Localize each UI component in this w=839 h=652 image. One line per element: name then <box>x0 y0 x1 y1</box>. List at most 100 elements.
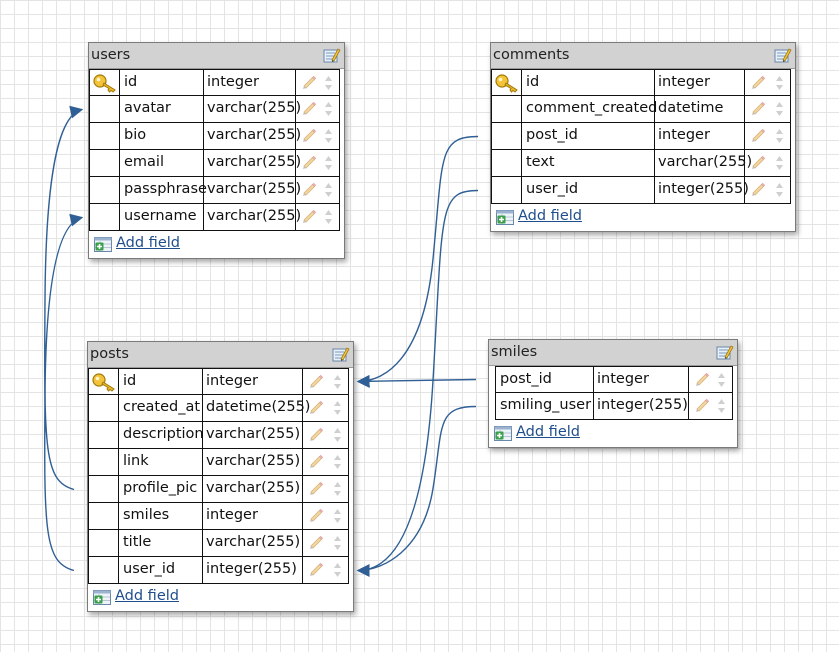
reorder-arrows-icon[interactable] <box>775 182 784 198</box>
relation-posts-profile-pic-to-users-avatar[interactable] <box>44 105 84 491</box>
field-row-title[interactable]: title varchar(255) <box>88 530 349 557</box>
add-field-icon[interactable] <box>494 426 512 441</box>
field-row-user-id[interactable]: user_id integer(255) <box>88 557 349 584</box>
field-row-description[interactable]: description varchar(255) <box>88 422 349 449</box>
pencil-icon[interactable] <box>302 75 317 90</box>
field-name: profile_pic <box>119 476 203 502</box>
field-row-id[interactable]: id integer <box>88 368 349 395</box>
reorder-arrows-icon[interactable] <box>324 155 333 171</box>
table-header[interactable]: smiles <box>489 340 737 366</box>
add-field-link[interactable]: Add field <box>115 588 179 604</box>
schema-canvas[interactable]: users id integer avatar varchar(255) bio varch… <box>0 0 839 652</box>
field-row-link[interactable]: link varchar(255) <box>88 449 349 476</box>
relation-comments-post-id-to-posts-id[interactable] <box>356 135 479 388</box>
add-field-icon[interactable] <box>93 590 111 605</box>
field-row-user-id[interactable]: user_id integer(255) <box>491 177 791 204</box>
field-row-id[interactable]: id integer <box>491 69 791 96</box>
table-posts[interactable]: posts id integer created_at datetime(255) des… <box>87 341 354 612</box>
relation-smiles-post-id-to-posts-id[interactable] <box>356 374 477 388</box>
reorder-arrows-icon[interactable] <box>333 427 342 443</box>
edit-table-icon[interactable] <box>716 344 734 361</box>
field-row-post-id[interactable]: post_id integer <box>495 366 733 393</box>
reorder-arrows-icon[interactable] <box>333 374 342 390</box>
reorder-arrows-icon[interactable] <box>775 128 784 144</box>
field-row-text[interactable]: text varchar(255) <box>491 150 791 177</box>
pencil-icon[interactable] <box>302 155 317 170</box>
table-name: smiles <box>491 344 538 360</box>
pencil-icon[interactable] <box>302 182 317 197</box>
field-row-bio[interactable]: bio varchar(255) <box>89 123 340 150</box>
field-type: varchar(255) <box>203 530 303 556</box>
reorder-arrows-icon[interactable] <box>717 398 726 414</box>
field-row-username[interactable]: username varchar(255) <box>89 204 340 231</box>
field-row-profile-pic[interactable]: profile_pic varchar(255) <box>88 476 349 503</box>
pencil-icon[interactable] <box>751 128 766 143</box>
reorder-arrows-icon[interactable] <box>333 562 342 578</box>
reorder-arrows-icon[interactable] <box>324 75 333 91</box>
add-field-link[interactable]: Add field <box>116 235 180 251</box>
field-row-id[interactable]: id integer <box>89 69 340 96</box>
edit-table-icon[interactable] <box>323 47 341 64</box>
pencil-icon[interactable] <box>309 427 324 442</box>
field-row-created-at[interactable]: created_at datetime(255) <box>88 395 349 422</box>
reorder-arrows-icon[interactable] <box>324 209 333 225</box>
pencil-icon[interactable] <box>751 182 766 197</box>
pencil-icon[interactable] <box>309 454 324 469</box>
field-row-smiles[interactable]: smiles integer <box>88 503 349 530</box>
reorder-arrows-icon[interactable] <box>333 481 342 497</box>
pencil-icon[interactable] <box>309 535 324 550</box>
field-row-passphrase[interactable]: passphrase varchar(255) <box>89 177 340 204</box>
pencil-icon[interactable] <box>309 400 324 415</box>
field-actions <box>745 96 790 122</box>
pencil-icon[interactable] <box>309 374 324 389</box>
pencil-icon[interactable] <box>302 128 317 143</box>
table-header[interactable]: comments <box>491 43 795 69</box>
field-row-post-id[interactable]: post_id integer <box>491 123 791 150</box>
pencil-icon[interactable] <box>751 75 766 90</box>
reorder-arrows-icon[interactable] <box>333 508 342 524</box>
add-field-link[interactable]: Add field <box>518 208 582 224</box>
relation-comments-user-id-to-posts-user-id[interactable] <box>356 189 479 577</box>
primary-key-cell <box>492 70 522 95</box>
add-field-link[interactable]: Add field <box>516 424 580 440</box>
table-header[interactable]: posts <box>88 342 353 368</box>
reorder-arrows-icon[interactable] <box>324 101 333 117</box>
relation-smiles-smiling-user-to-posts-user-id[interactable] <box>356 405 477 577</box>
field-row-email[interactable]: email varchar(255) <box>89 150 340 177</box>
reorder-arrows-icon[interactable] <box>775 155 784 171</box>
relation-posts-user-id-to-users-username[interactable] <box>44 213 84 572</box>
pencil-icon[interactable] <box>309 508 324 523</box>
field-type: integer(255) <box>203 557 303 583</box>
reorder-arrows-icon[interactable] <box>775 101 784 117</box>
pencil-icon[interactable] <box>309 562 324 577</box>
table-smiles[interactable]: smiles post_id integer smiling_user integer(… <box>488 339 738 448</box>
pencil-icon[interactable] <box>302 101 317 116</box>
pencil-icon[interactable] <box>302 209 317 224</box>
pencil-icon[interactable] <box>695 398 710 413</box>
reorder-arrows-icon[interactable] <box>324 182 333 198</box>
edit-table-icon[interactable] <box>774 47 792 64</box>
add-field-icon[interactable] <box>94 237 112 252</box>
table-header[interactable]: users <box>89 43 344 69</box>
reorder-arrows-icon[interactable] <box>333 400 342 416</box>
table-users[interactable]: users id integer avatar varchar(255) bio varch… <box>88 42 345 259</box>
reorder-arrows-icon[interactable] <box>775 75 784 91</box>
reorder-arrows-icon[interactable] <box>333 535 342 551</box>
pencil-icon[interactable] <box>751 155 766 170</box>
reorder-arrows-icon[interactable] <box>717 372 726 388</box>
add-field-icon[interactable] <box>496 210 514 225</box>
reorder-arrows-icon[interactable] <box>324 128 333 144</box>
field-actions <box>303 369 348 394</box>
field-row-smiling-user[interactable]: smiling_user integer(255) <box>495 393 733 420</box>
pencil-icon[interactable] <box>751 101 766 116</box>
pencil-icon[interactable] <box>309 481 324 496</box>
pencil-icon[interactable] <box>695 372 710 387</box>
field-actions <box>303 530 348 556</box>
field-actions <box>296 177 339 203</box>
field-row-avatar[interactable]: avatar varchar(255) <box>89 96 340 123</box>
reorder-arrows-icon[interactable] <box>333 454 342 470</box>
edit-table-icon[interactable] <box>332 346 350 363</box>
field-type: integer(255) <box>655 177 749 203</box>
table-comments[interactable]: comments id integer comment_created datetime… <box>490 42 796 232</box>
field-row-comment-created[interactable]: comment_created datetime <box>491 96 791 123</box>
